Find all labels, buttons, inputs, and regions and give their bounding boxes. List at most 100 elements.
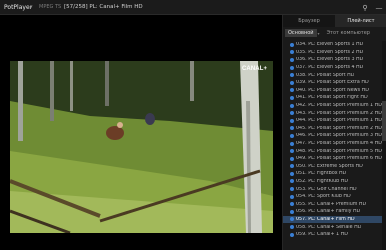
playlist-item-label: 042. PL: Polsat Sport Premium 1 HD LQ xyxy=(296,103,383,109)
stream-type: MPEG TS xyxy=(39,4,62,10)
playlist-item[interactable]: 048. PL: Polsat Sport Premium 5 HD xyxy=(283,147,383,155)
playlist-item-label: 047. PL: Polsat Sport Premium 4 HD xyxy=(296,141,382,147)
stream-icon xyxy=(290,57,294,62)
stream-icon xyxy=(290,126,294,131)
playlist-item[interactable]: 043. PL: Polsat Sport Premium 2 HD LQ xyxy=(283,109,383,117)
stream-icon xyxy=(290,42,294,47)
playlist-item[interactable]: 041. PL: Polsat Sport Fight HD xyxy=(283,94,383,102)
stream-icon xyxy=(290,202,294,207)
playlist-item-label: 034. PL: Eleven Sports 1 HD xyxy=(296,42,364,48)
playlist-item-label: 044. PL: Polsat Sport Premium 1 HD xyxy=(296,118,382,124)
playlist-item[interactable]: 046. PL: Polsat Sport Premium 3 HD xyxy=(283,132,383,140)
window-controls: ⚲ — xyxy=(358,0,386,15)
stream-icon xyxy=(290,133,294,138)
playlist-item[interactable]: 049. PL: Polsat Sport Premium 6 HD xyxy=(283,155,383,163)
playlist-item-label: 056. PL: Canal+ Family HD xyxy=(296,209,361,215)
stream-icon xyxy=(290,232,294,237)
stream-icon xyxy=(290,156,294,161)
stream-icon xyxy=(290,179,294,184)
app-name[interactable]: PotPlayer xyxy=(0,4,32,11)
playlist-item[interactable]: 051. PL: FightBox HD xyxy=(283,170,383,178)
stream-icon xyxy=(290,194,294,199)
playlist-item-label: 048. PL: Polsat Sport Premium 5 HD xyxy=(296,148,382,154)
stream-icon xyxy=(290,171,294,176)
stream-icon xyxy=(290,111,294,116)
stream-icon xyxy=(290,65,294,70)
stream-icon xyxy=(290,103,294,108)
playlist-item-label: 043. PL: Polsat Sport Premium 2 HD LQ xyxy=(296,110,383,116)
stream-icon xyxy=(290,149,294,154)
playlist-item[interactable]: 037. PL: Eleven Sports 4 HD xyxy=(283,64,383,72)
pin-icon[interactable]: ⚲ xyxy=(358,0,372,15)
scrollbar-thumb[interactable] xyxy=(382,101,386,141)
playlist-item[interactable]: 056. PL: Canal+ Family HD xyxy=(283,208,383,216)
video-frame[interactable]: CANAL+ xyxy=(10,61,273,233)
playlist-item-label: 059. PL: Canal+ 1 HD xyxy=(296,232,348,238)
playlist-item[interactable]: 047. PL: Polsat Sport Premium 4 HD xyxy=(283,140,383,148)
playlist-item-label: 045. PL: Polsat Sport Premium 2 HD xyxy=(296,125,382,131)
playlist-subtabs: Основной ▾ Этот компьютер xyxy=(283,27,386,39)
panel-tabs: Браузер Плей-лист xyxy=(283,15,386,27)
stream-icon xyxy=(290,209,294,214)
stream-icon xyxy=(290,164,294,169)
playlist-item[interactable]: 035. PL: Eleven Sports 2 HD xyxy=(283,49,383,57)
playlist-item-label: 049. PL: Polsat Sport Premium 6 HD xyxy=(296,156,382,162)
playlist-item[interactable]: 054. PL: Sport Klub HD xyxy=(283,193,383,201)
playlist-item-label: 050. PL: Extreme Sports HD xyxy=(296,163,363,169)
stream-icon xyxy=(290,50,294,55)
playlist-item-label: 036. PL: Eleven Sports 3 HD xyxy=(296,57,364,63)
playlist-item-label: 046. PL: Polsat Sport Premium 3 HD xyxy=(296,133,382,139)
playlist-item[interactable]: 034. PL: Eleven Sports 1 HD xyxy=(283,41,383,49)
playlist-item-label: 051. PL: FightBox HD xyxy=(296,171,347,177)
playlist-item[interactable]: 053. PL: Golf Channel HD xyxy=(283,185,383,193)
playlist-item-label: 040. PL: Polsat Sport News HD xyxy=(296,87,369,93)
video-area[interactable]: CANAL+ xyxy=(0,15,282,250)
playlist-item[interactable]: 045. PL: Polsat Sport Premium 2 HD xyxy=(283,125,383,133)
playlist-item[interactable]: 038. PL: Polsat Sport HD xyxy=(283,71,383,79)
stream-icon xyxy=(290,187,294,192)
stream-icon xyxy=(290,80,294,85)
playlist-list: 034. PL: Eleven Sports 1 HD 035. PL: Elev… xyxy=(283,41,383,250)
playlist-item[interactable]: 042. PL: Polsat Sport Premium 1 HD LQ xyxy=(283,102,383,110)
video-frame-image xyxy=(10,61,273,233)
stream-icon xyxy=(290,141,294,146)
playlist-item[interactable]: 036. PL: Eleven Sports 3 HD xyxy=(283,56,383,64)
playlist-item-label: 053. PL: Golf Channel HD xyxy=(296,186,357,192)
playlist-item-label: 058. PL: Canal+ Seriale HD xyxy=(296,224,362,230)
video-title: [57/258] PL: Canal+ Film HD xyxy=(64,4,143,10)
playlist-item[interactable]: 058. PL: Canal+ Seriale HD xyxy=(283,223,383,231)
playlist-item-label: 055. PL: Canal+ Premium HD xyxy=(296,201,367,207)
tab-playlist[interactable]: Плей-лист xyxy=(335,15,386,27)
tab-browser[interactable]: Браузер xyxy=(283,15,335,27)
playlist-item-label: 054. PL: Sport Klub HD xyxy=(296,194,351,200)
playlist-item[interactable]: 055. PL: Canal+ Premium HD xyxy=(283,200,383,208)
stream-icon xyxy=(290,88,294,93)
playlist-item-label: 041. PL: Polsat Sport Fight HD xyxy=(296,95,368,101)
playlist-item-label: 039. PL: Polsat Sport Extra HD xyxy=(296,80,369,86)
subtab-main[interactable]: Основной xyxy=(285,29,317,37)
playlist-item[interactable]: 039. PL: Polsat Sport Extra HD xyxy=(283,79,383,87)
minimize-icon[interactable]: — xyxy=(372,0,386,15)
channel-logo: CANAL+ xyxy=(242,66,268,72)
playlist-item-label: 037. PL: Eleven Sports 4 HD xyxy=(296,65,364,71)
playlist-item[interactable]: 040. PL: Polsat Sport News HD xyxy=(283,87,383,95)
title-bar: PotPlayer ▾ MPEG TS [57/258] PL: Canal+ … xyxy=(0,0,386,15)
subtab-this-computer[interactable]: Этот компьютер xyxy=(324,29,373,37)
playlist-item[interactable]: 057. PL: Canal+ Film HD xyxy=(283,215,383,224)
playlist-item-label: 035. PL: Eleven Sports 2 HD xyxy=(296,49,364,55)
playlist-item-label: 038. PL: Polsat Sport HD xyxy=(296,72,355,78)
chevron-down-icon[interactable]: ▾ xyxy=(318,31,320,36)
playlist-item-label: 057. PL: Canal+ Film HD xyxy=(296,216,355,222)
playlist-scrollbar[interactable] xyxy=(382,41,386,250)
playlist-item[interactable]: 050. PL: Extreme Sports HD xyxy=(283,163,383,171)
playlist-item[interactable]: 044. PL: Polsat Sport Premium 1 HD xyxy=(283,117,383,125)
playlist-item-label: 052. PL: FightKlub HD xyxy=(296,178,349,184)
stream-icon xyxy=(290,73,294,78)
stream-icon xyxy=(290,118,294,123)
playlist-item[interactable]: 059. PL: Canal+ 1 HD xyxy=(283,231,383,239)
playlist-panel: Браузер Плей-лист Основной ▾ Этот компью… xyxy=(282,15,386,250)
stream-icon xyxy=(290,95,294,100)
playlist-item[interactable]: 052. PL: FightKlub HD xyxy=(283,178,383,186)
stream-icon xyxy=(290,225,294,230)
stream-icon xyxy=(290,217,294,222)
